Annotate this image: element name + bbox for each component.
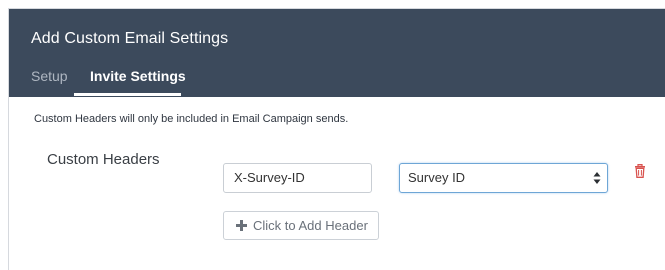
- active-tab-indicator: [74, 93, 181, 96]
- add-header-button[interactable]: Click to Add Header: [223, 211, 379, 240]
- add-header-label: Click to Add Header: [253, 218, 368, 233]
- header-name-input[interactable]: X-Survey-ID: [223, 163, 372, 193]
- header-value-selected: Survey ID: [408, 170, 466, 185]
- trash-icon[interactable]: [634, 164, 646, 178]
- info-text: Custom Headers will only be included in …: [34, 113, 349, 125]
- sort-caret-icon: [593, 172, 601, 184]
- dialog-title: Add Custom Email Settings: [31, 30, 229, 47]
- custom-headers-label: Custom Headers: [47, 151, 160, 168]
- dialog-header: Add Custom Email Settings Setup Invite S…: [9, 9, 665, 97]
- tab-setup[interactable]: Setup: [31, 68, 68, 84]
- header-value-select[interactable]: Survey ID: [399, 163, 608, 193]
- plus-icon: [236, 220, 247, 231]
- tab-invite-settings[interactable]: Invite Settings: [90, 68, 186, 84]
